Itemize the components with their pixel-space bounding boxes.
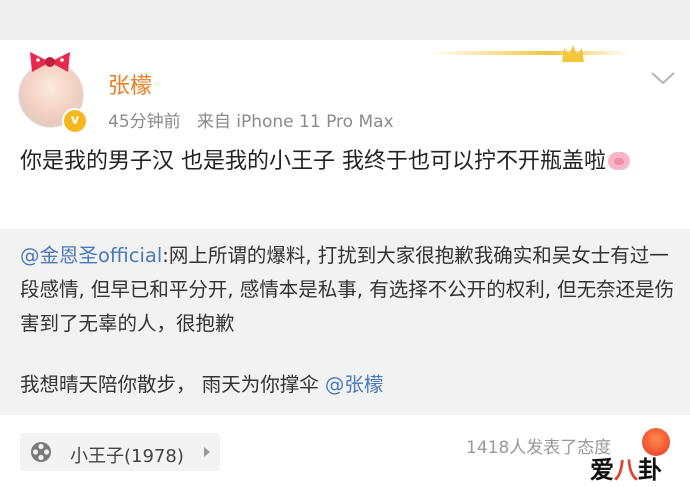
repost-line2-text: 我想晴天陪你散步， 雨天为你撑伞: [20, 373, 325, 396]
bow-icon: [30, 52, 70, 72]
repost-line2-mention[interactable]: @张檬: [325, 373, 384, 396]
post-text: 你是我的男子汉 也是我的小王子 我终于也可以拧不开瓶盖啦: [20, 143, 675, 180]
chevron-right-icon: [204, 447, 210, 457]
top-bar: [0, 0, 690, 40]
film-reel-icon: [31, 442, 51, 462]
watermark: 爱八卦: [590, 450, 662, 485]
username[interactable]: 张檬: [108, 68, 152, 100]
post-source: 来自 iPhone 11 Pro Max: [196, 112, 394, 132]
post-time: 45分钟前: [108, 112, 181, 132]
chevron-down-icon[interactable]: [650, 70, 676, 86]
repost-box[interactable]: @金恩圣official:网上所谓的爆料, 打扰到大家很抱歉我确实和吴女士有过一…: [0, 229, 690, 415]
repost-text: @金恩圣official:网上所谓的爆料, 打扰到大家很抱歉我确实和吴女士有过一…: [20, 239, 680, 341]
watermark-mid: 八: [614, 456, 638, 484]
crown-icon: [562, 45, 584, 62]
topic-label: 小王子(1978): [70, 446, 184, 467]
pig-face-icon: [608, 152, 630, 170]
repost-mention[interactable]: @金恩圣official: [20, 244, 162, 267]
post-meta: 45分钟前 来自 iPhone 11 Pro Max: [108, 107, 394, 132]
repost-line2: 我想晴天陪你散步， 雨天为你撑伞 @张檬: [20, 368, 383, 397]
post-body: 你是我的男子汉 也是我的小王子 我终于也可以拧不开瓶盖啦: [20, 149, 606, 174]
verified-badge: v: [62, 108, 88, 134]
topic-chip[interactable]: 小王子(1978): [20, 433, 220, 471]
watermark-left: 爱: [590, 456, 614, 484]
watermark-right: 卦: [638, 456, 662, 484]
separator: [0, 415, 690, 427]
decorative-line: [430, 51, 630, 55]
